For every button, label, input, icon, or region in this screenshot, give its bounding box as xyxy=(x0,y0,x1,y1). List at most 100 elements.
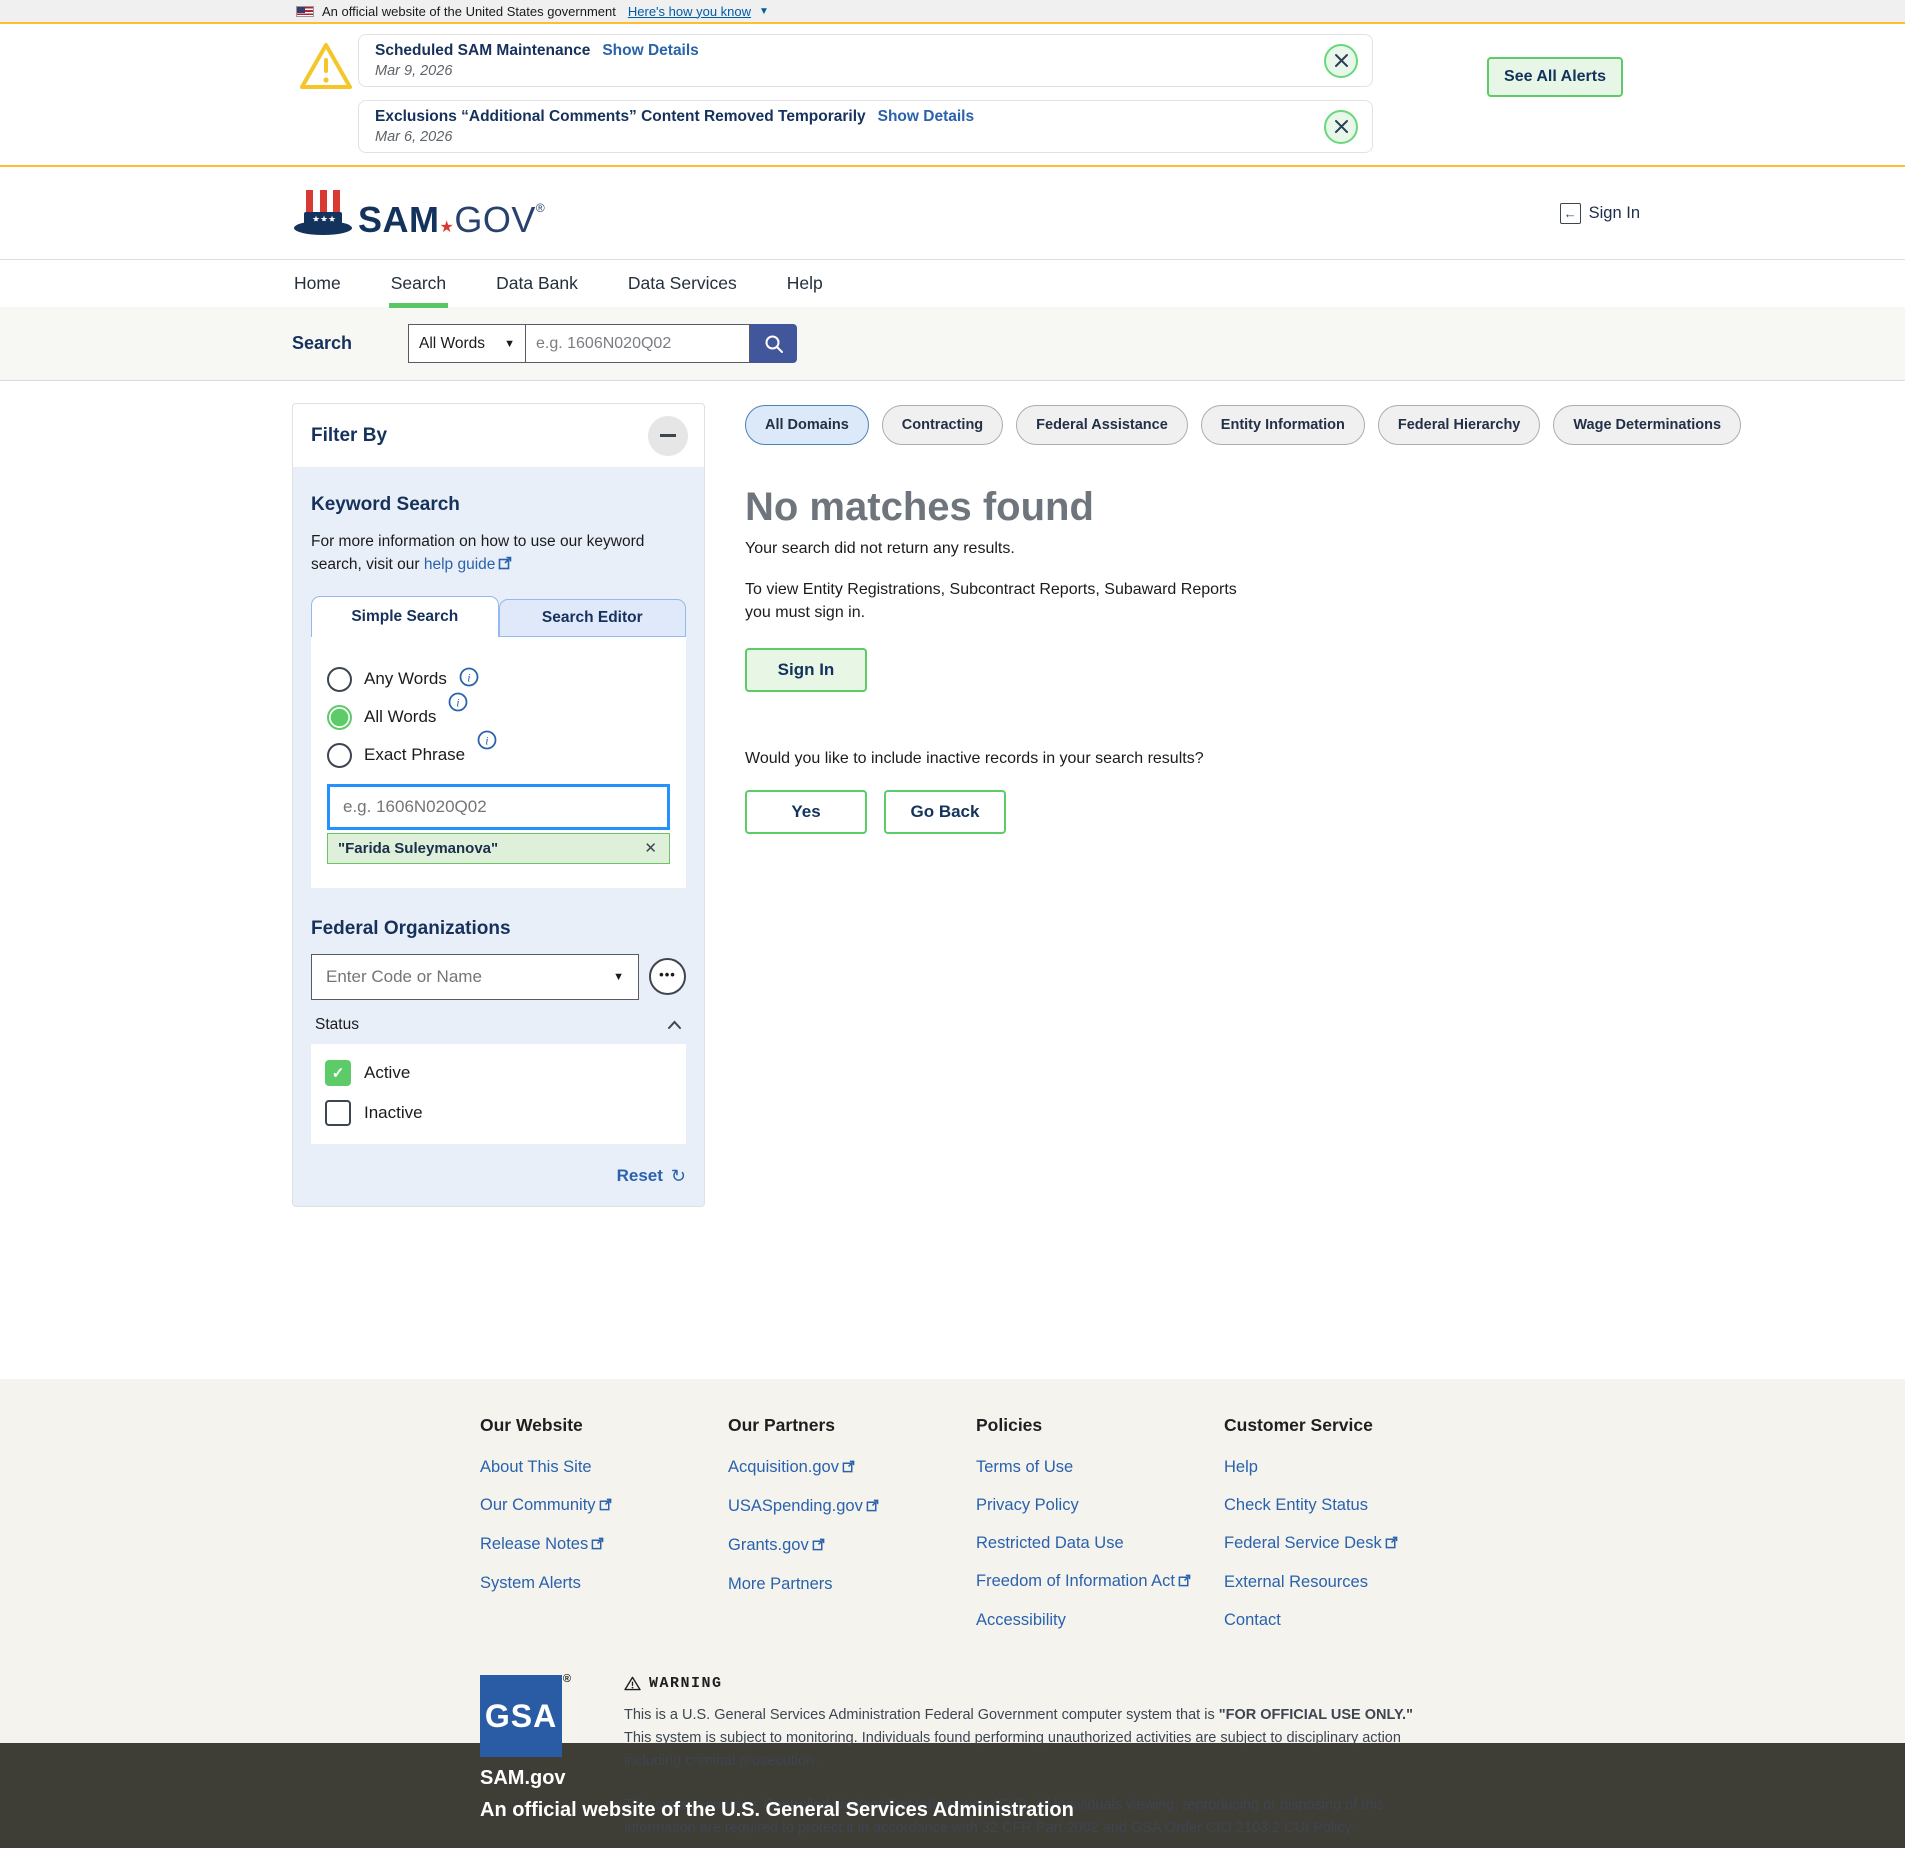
reset-filters-link[interactable]: Reset ↻ xyxy=(311,1166,686,1186)
domain-tab-entity-information[interactable]: Entity Information xyxy=(1201,405,1365,445)
search-mode-select[interactable]: All Words ▼ xyxy=(408,324,526,363)
tab-simple-search[interactable]: Simple Search xyxy=(311,596,499,637)
footer-link-privacy-policy[interactable]: Privacy Policy xyxy=(976,1496,1079,1515)
help-guide-link[interactable]: help guide xyxy=(424,556,496,573)
federal-organizations-placeholder: Enter Code or Name xyxy=(326,967,482,987)
footer-link-check-entity-status[interactable]: Check Entity Status xyxy=(1224,1496,1368,1515)
footer-link-about-this-site[interactable]: About This Site xyxy=(480,1458,592,1477)
radio-any-words[interactable] xyxy=(327,667,352,692)
sign-in-arrow-icon: ← xyxy=(1560,203,1581,224)
info-icon[interactable]: i xyxy=(448,692,468,717)
nav-item-data-bank[interactable]: Data Bank xyxy=(494,261,580,306)
alert-date: Mar 6, 2026 xyxy=(375,129,974,145)
more-options-button[interactable]: ••• xyxy=(649,958,686,995)
status-inactive-checkbox-row[interactable]: Inactive xyxy=(325,1100,672,1126)
brand-gov-text: GOV xyxy=(454,199,536,240)
minus-icon xyxy=(660,434,676,437)
alert-title: Scheduled SAM Maintenance xyxy=(375,42,590,60)
federal-organizations-heading: Federal Organizations xyxy=(311,918,686,940)
footer-link-terms-of-use[interactable]: Terms of Use xyxy=(976,1458,1073,1477)
footer-link-system-alerts[interactable]: System Alerts xyxy=(480,1574,581,1593)
nav-item-data-services[interactable]: Data Services xyxy=(626,261,739,306)
warning-text-bold: "FOR OFFICIAL USE ONLY." xyxy=(1219,1707,1413,1723)
nav-item-home[interactable]: Home xyxy=(292,261,343,306)
content-area: Filter By Keyword Search For more inform… xyxy=(0,381,1905,1379)
footer-link-external-resources[interactable]: External Resources xyxy=(1224,1573,1368,1592)
results-area: All Domains Contracting Federal Assistan… xyxy=(745,403,1741,834)
chevron-down-icon: ▼ xyxy=(759,6,769,17)
chip-remove-icon[interactable]: ✕ xyxy=(644,839,657,857)
search-mode-value: All Words xyxy=(419,335,485,353)
info-icon[interactable]: i xyxy=(477,730,497,755)
gov-banner-text: An official website of the United States… xyxy=(322,4,616,19)
yes-button[interactable]: Yes xyxy=(745,790,867,834)
search-input[interactable] xyxy=(526,324,750,363)
footer-link-grants-gov[interactable]: Grants.gov xyxy=(728,1536,825,1556)
keyword-search-heading: Keyword Search xyxy=(311,494,686,516)
external-link-icon xyxy=(866,1498,879,1517)
domain-tab-contracting[interactable]: Contracting xyxy=(882,405,1003,445)
alert-card: Exclusions “Additional Comments” Content… xyxy=(358,100,1373,153)
site-header: ★★★ SAM★GOV® ← Sign In xyxy=(0,167,1905,259)
sign-in-button[interactable]: Sign In xyxy=(745,648,867,692)
alert-date: Mar 9, 2026 xyxy=(375,63,699,79)
footer-link-label: Acquisition.gov xyxy=(728,1458,839,1476)
search-icon xyxy=(763,333,785,355)
svg-text:i: i xyxy=(457,695,460,709)
alert-card: Scheduled SAM Maintenance Show Details M… xyxy=(358,34,1373,87)
search-strip: Search All Words ▼ xyxy=(0,307,1905,381)
footer-link-help[interactable]: Help xyxy=(1224,1458,1258,1477)
status-accordion-toggle[interactable]: Status xyxy=(315,1016,682,1034)
federal-organizations-select[interactable]: Enter Code or Name ▼ xyxy=(311,954,639,1000)
alert-close-button[interactable] xyxy=(1324,44,1358,78)
brand-sam-text: SAM xyxy=(358,199,440,240)
footer-link-accessibility[interactable]: Accessibility xyxy=(976,1611,1066,1630)
info-icon[interactable]: i xyxy=(459,667,479,692)
footer-link-contact[interactable]: Contact xyxy=(1224,1611,1281,1630)
domain-tab-federal-hierarchy[interactable]: Federal Hierarchy xyxy=(1378,405,1541,445)
search-submit-button[interactable] xyxy=(750,324,797,363)
inactive-checkbox[interactable] xyxy=(325,1100,351,1126)
alert-show-details-link[interactable]: Show Details xyxy=(602,42,698,60)
keyword-chip: "Farida Suleymanova" ✕ xyxy=(327,833,670,864)
footer-link-more-partners[interactable]: More Partners xyxy=(728,1575,833,1594)
nav-item-help[interactable]: Help xyxy=(785,261,825,306)
domain-tabs: All Domains Contracting Federal Assistan… xyxy=(745,405,1741,445)
footer-link-usaspending-gov[interactable]: USASpending.gov xyxy=(728,1497,879,1517)
domain-tab-all-domains[interactable]: All Domains xyxy=(745,405,869,445)
domain-tab-wage-determinations[interactable]: Wage Determinations xyxy=(1553,405,1741,445)
footer-link-foia[interactable]: Freedom of Information Act xyxy=(976,1572,1191,1592)
svg-text:i: i xyxy=(485,733,488,747)
footer-link-acquisition-gov[interactable]: Acquisition.gov xyxy=(728,1458,855,1478)
domain-tab-federal-assistance[interactable]: Federal Assistance xyxy=(1016,405,1188,445)
see-all-alerts-button[interactable]: See All Alerts xyxy=(1487,57,1623,97)
go-back-button[interactable]: Go Back xyxy=(884,790,1006,834)
warning-paragraph-1: This is a U.S. General Services Administ… xyxy=(624,1704,1424,1774)
footer-link-label: USASpending.gov xyxy=(728,1497,863,1515)
footer-column-heading: Policies xyxy=(976,1415,1224,1436)
footer-link-our-community[interactable]: Our Community xyxy=(480,1496,612,1516)
radio-all-words[interactable] xyxy=(327,705,352,730)
gov-banner-link[interactable]: Here's how you know xyxy=(628,4,751,19)
radio-exact-phrase[interactable] xyxy=(327,743,352,768)
sam-gov-logo[interactable]: ★★★ SAM★GOV® xyxy=(292,188,545,238)
footer-link-release-notes[interactable]: Release Notes xyxy=(480,1535,604,1555)
footer-column-heading: Our Website xyxy=(480,1415,728,1436)
collapse-filters-button[interactable] xyxy=(648,416,688,456)
alert-close-button[interactable] xyxy=(1324,110,1358,144)
status-active-checkbox-row[interactable]: ✓ Active xyxy=(325,1060,672,1086)
close-icon xyxy=(1334,53,1349,68)
footer-link-federal-service-desk[interactable]: Federal Service Desk xyxy=(1224,1534,1398,1554)
footer-link-label: Grants.gov xyxy=(728,1536,809,1554)
sign-in-required-text: To view Entity Registrations, Subcontrac… xyxy=(745,578,1243,624)
header-sign-in-link[interactable]: ← Sign In xyxy=(1560,203,1640,224)
footer-column-our-partners: Our Partners Acquisition.gov USASpending… xyxy=(728,1415,976,1649)
active-checkbox[interactable]: ✓ xyxy=(325,1060,351,1086)
footer-link-restricted-data-use[interactable]: Restricted Data Use xyxy=(976,1534,1124,1553)
nav-item-search[interactable]: Search xyxy=(389,261,448,306)
alert-show-details-link[interactable]: Show Details xyxy=(878,108,974,126)
tab-search-editor[interactable]: Search Editor xyxy=(499,599,687,637)
keyword-input[interactable] xyxy=(327,784,670,830)
footer-link-label: Federal Service Desk xyxy=(1224,1534,1382,1552)
warning-icon xyxy=(624,1676,641,1691)
